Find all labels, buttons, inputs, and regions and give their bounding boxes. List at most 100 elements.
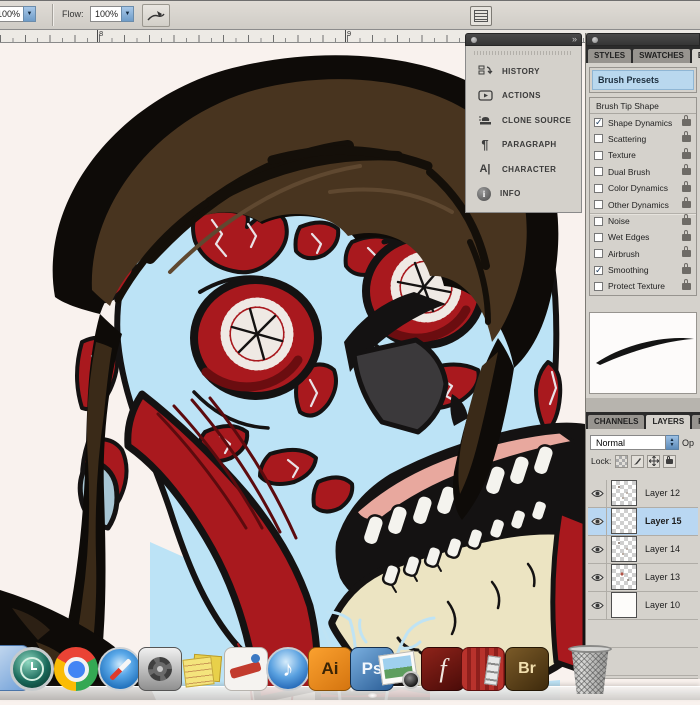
dock-icon-white-red-app[interactable] bbox=[224, 647, 268, 691]
brush-presets-item[interactable]: Brush Presets bbox=[592, 70, 694, 90]
checkbox[interactable] bbox=[594, 134, 603, 143]
layer-name[interactable]: Layer 15 bbox=[645, 516, 682, 526]
layer-row[interactable]: Layer 13 bbox=[588, 564, 698, 592]
dock-icon-iphoto[interactable] bbox=[378, 647, 422, 691]
lock-transparent-pixels-button[interactable] bbox=[615, 455, 628, 468]
dock-icon-itunes[interactable]: ♪ bbox=[266, 647, 310, 691]
dock-icon-bridge[interactable]: Br bbox=[505, 647, 549, 691]
opacity-dropdown[interactable]: 100% ▼ bbox=[0, 6, 36, 22]
dock-icon-flash[interactable]: f bbox=[421, 647, 465, 691]
panel-button-clone-source[interactable]: CLONE SOURCE bbox=[466, 108, 581, 133]
tab-brushes[interactable]: BRUSHES bbox=[692, 49, 700, 63]
dock-icon-stickies[interactable] bbox=[181, 647, 225, 691]
layer-name[interactable]: Layer 10 bbox=[645, 600, 680, 610]
lock-all-button[interactable] bbox=[663, 455, 676, 468]
blend-mode-dropdown[interactable]: Normal ▲▼ bbox=[590, 435, 679, 450]
actions-icon bbox=[477, 88, 493, 104]
checkbox[interactable] bbox=[594, 167, 603, 176]
brushes-panel-body: Brush Presets Brush Tip Shape ✓ Shape Dy… bbox=[586, 63, 700, 398]
panel-titlebar[interactable]: » bbox=[465, 33, 582, 46]
brush-option-noise[interactable]: Noise bbox=[590, 213, 696, 229]
layer-row[interactable]: Layer 10 bbox=[588, 592, 698, 620]
panel-button-label: CHARACTER bbox=[502, 165, 556, 174]
layer-name[interactable]: Layer 14 bbox=[645, 544, 680, 554]
checkbox[interactable] bbox=[594, 217, 603, 226]
layer-name[interactable]: Layer 13 bbox=[645, 572, 680, 582]
layer-row[interactable]: Layer 12 bbox=[588, 480, 698, 508]
panel-toggle-button[interactable] bbox=[470, 6, 492, 26]
checkbox[interactable] bbox=[594, 249, 603, 258]
layer-thumbnail[interactable] bbox=[611, 480, 637, 506]
tab-styles[interactable]: STYLES bbox=[588, 49, 631, 63]
tab-paths[interactable]: PATHS bbox=[692, 415, 700, 429]
layer-thumbnail[interactable] bbox=[611, 564, 637, 590]
trash-rim bbox=[568, 645, 612, 653]
checkbox[interactable]: ✓ bbox=[594, 118, 603, 127]
brush-option-texture[interactable]: Texture bbox=[590, 147, 696, 163]
checkbox[interactable] bbox=[594, 282, 603, 291]
lock-position-button[interactable] bbox=[647, 455, 660, 468]
brush-option-airbrush[interactable]: Airbrush bbox=[590, 246, 696, 262]
opacity-dropdown-arrow[interactable]: ▼ bbox=[23, 6, 36, 22]
layer-thumbnail[interactable] bbox=[611, 508, 637, 534]
collapse-arrows-icon[interactable]: » bbox=[572, 34, 577, 45]
visibility-toggle[interactable] bbox=[588, 480, 607, 507]
layer-thumbnail[interactable] bbox=[611, 592, 637, 618]
layer-name[interactable]: Layer 12 bbox=[645, 488, 680, 498]
blend-mode-value: Normal bbox=[590, 435, 666, 450]
dock-icon-illustrator[interactable]: Ai bbox=[308, 647, 352, 691]
panel-button-info[interactable]: i INFO bbox=[466, 182, 581, 207]
dock-icon-photo-booth[interactable] bbox=[461, 647, 505, 691]
brush-option-other-dynamics[interactable]: Other Dynamics bbox=[590, 196, 696, 212]
checkbox[interactable]: ✓ bbox=[594, 266, 603, 275]
brush-option-dual-brush[interactable]: Dual Brush bbox=[590, 164, 696, 180]
brush-option-brush-tip-shape[interactable]: Brush Tip Shape bbox=[590, 98, 696, 114]
layer-row[interactable]: Layer 14 bbox=[588, 536, 698, 564]
dock-icon-time-machine[interactable] bbox=[10, 647, 54, 691]
brush-option-smoothing[interactable]: ✓ Smoothing bbox=[590, 262, 696, 278]
panel-button-paragraph[interactable]: ¶ PARAGRAPH bbox=[466, 133, 581, 158]
panel-button-actions[interactable]: ACTIONS bbox=[466, 84, 581, 109]
flow-dropdown-arrow[interactable]: ▼ bbox=[121, 6, 134, 22]
layer-row-selected[interactable]: Layer 15 bbox=[588, 508, 698, 536]
tab-layers[interactable]: LAYERS bbox=[646, 415, 690, 429]
panel-button-character[interactable]: A| CHARACTER bbox=[466, 157, 581, 182]
dock-icon-chrome[interactable] bbox=[54, 647, 98, 691]
panel-button-history[interactable]: HISTORY bbox=[466, 59, 581, 84]
brush-option-color-dynamics[interactable]: Color Dynamics bbox=[590, 180, 696, 196]
airbrush-button[interactable] bbox=[142, 4, 170, 27]
dock-icon-safari[interactable] bbox=[98, 647, 142, 691]
brush-option-wet-edges[interactable]: Wet Edges bbox=[590, 229, 696, 245]
visibility-toggle[interactable] bbox=[588, 564, 607, 591]
dock-icon-trash[interactable] bbox=[566, 644, 614, 694]
lock-icon bbox=[682, 119, 691, 126]
lock-image-pixels-button[interactable] bbox=[631, 455, 644, 468]
layer-thumbnail[interactable] bbox=[611, 536, 637, 562]
visibility-toggle[interactable] bbox=[588, 536, 607, 563]
blend-mode-stepper[interactable]: ▲▼ bbox=[666, 435, 679, 450]
clone-source-icon bbox=[477, 112, 493, 128]
checkbox[interactable] bbox=[594, 200, 603, 209]
checkbox[interactable] bbox=[594, 151, 603, 160]
visibility-toggle[interactable] bbox=[588, 508, 607, 535]
flash-label: f bbox=[439, 654, 446, 684]
lock-icon bbox=[682, 267, 691, 274]
brush-option-shape-dynamics[interactable]: ✓ Shape Dynamics bbox=[590, 114, 696, 130]
tab-swatches[interactable]: SWATCHES bbox=[633, 49, 690, 63]
tab-channels[interactable]: CHANNELS bbox=[588, 415, 644, 429]
flow-dropdown[interactable]: 100% ▼ bbox=[90, 6, 134, 22]
lock-icon bbox=[682, 283, 691, 290]
eye-icon bbox=[591, 517, 604, 526]
panel-close-button[interactable] bbox=[592, 37, 598, 43]
panel-close-button[interactable] bbox=[471, 37, 477, 43]
stroke-preview-curve bbox=[590, 313, 697, 391]
brush-option-protect-texture[interactable]: Protect Texture bbox=[590, 278, 696, 294]
collapsed-panel-dock: » HISTORY ACTIONS CLONE SOURCE ¶ PARAGRA… bbox=[465, 33, 582, 213]
brush-option-scattering[interactable]: Scattering bbox=[590, 131, 696, 147]
dock-icon-system-preferences[interactable] bbox=[138, 647, 182, 691]
checkbox[interactable] bbox=[594, 184, 603, 193]
visibility-toggle[interactable] bbox=[588, 592, 607, 619]
right-panel-dock: STYLES SWATCHES BRUSHES Brush Presets Br… bbox=[585, 33, 700, 658]
checkbox[interactable] bbox=[594, 233, 603, 242]
panel-titlebar[interactable] bbox=[586, 33, 700, 46]
